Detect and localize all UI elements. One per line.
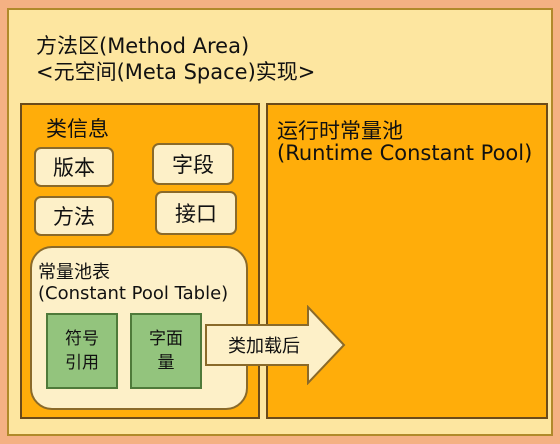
class-info-label: 类信息 — [46, 117, 109, 141]
symbolic-reference-line2: 引用 — [65, 353, 99, 373]
symbolic-reference-line1: 符号 — [65, 329, 99, 349]
symbolic-reference-box: 符号 引用 — [46, 313, 118, 389]
method-item: 方法 — [34, 196, 114, 236]
literal-box: 字面 量 — [130, 313, 202, 389]
literal-line1: 字面 — [149, 329, 183, 349]
constant-pool-table-label: 常量池表 — [38, 262, 110, 283]
runtime-constant-pool-label-en: (Runtime Constant Pool) — [277, 141, 533, 165]
field-item: 字段 — [152, 143, 234, 185]
class-loading-label: 类加载后 — [228, 336, 300, 357]
constant-pool-table-label-en: (Constant Pool Table) — [38, 283, 229, 304]
version-item: 版本 — [34, 147, 114, 187]
method-area-subtitle: <元空间(Meta Space)实现> — [36, 60, 316, 84]
literal-line2: 量 — [157, 353, 175, 373]
interface-item: 接口 — [155, 191, 237, 235]
